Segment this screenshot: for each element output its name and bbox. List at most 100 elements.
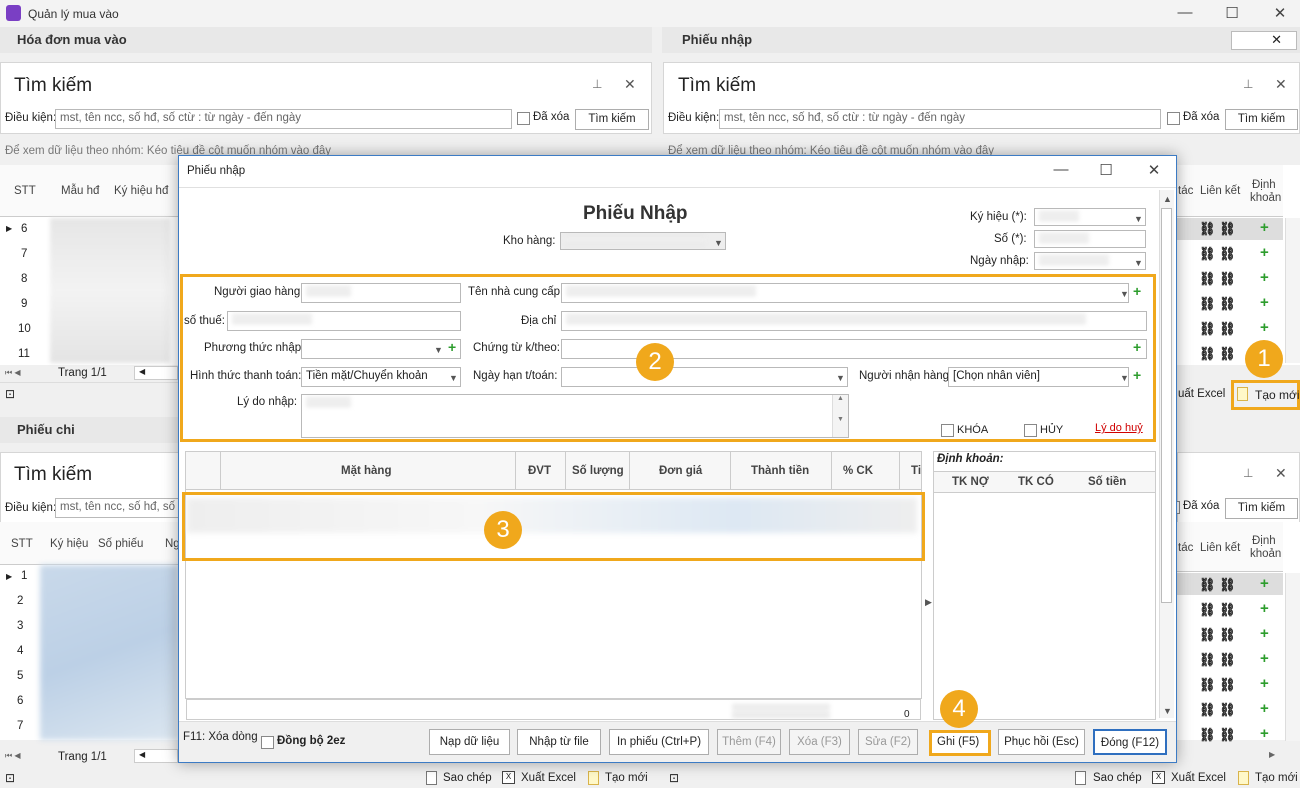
scroll-right-icon[interactable]: ▶ xyxy=(1269,750,1275,759)
row-number[interactable]: 6 xyxy=(21,223,27,235)
link-icon[interactable]: ⛓ ⛓ xyxy=(1199,271,1236,287)
scroll-left-icon[interactable]: ◀ xyxy=(134,749,178,763)
search-button[interactable]: Tìm kiếm xyxy=(575,109,649,130)
row-number[interactable]: 1 xyxy=(21,570,27,582)
add-account-icon[interactable]: + xyxy=(1260,700,1269,717)
new-button[interactable]: Tạo mới xyxy=(605,772,648,784)
col-quantity[interactable]: Số lượng xyxy=(572,465,624,477)
col-stt[interactable]: STT xyxy=(14,185,36,197)
link-icon[interactable]: ⛓ ⛓ xyxy=(1199,602,1236,618)
dropdown-icon[interactable]: ▼ xyxy=(434,345,443,355)
add-receiver-icon[interactable]: + xyxy=(1133,367,1141,383)
link-icon[interactable]: ⛓ ⛓ xyxy=(1199,321,1236,337)
link-icon[interactable]: ⛓ ⛓ xyxy=(1199,577,1236,593)
close-icon[interactable]: ✕ xyxy=(1275,76,1287,93)
col-account[interactable]: Định xyxy=(1252,535,1276,547)
col-symbol[interactable]: Ký hiệu hđ xyxy=(114,185,168,197)
row-number[interactable]: 8 xyxy=(21,273,27,285)
export-excel-button[interactable]: Xuất Excel xyxy=(521,772,576,784)
sync-checkbox[interactable] xyxy=(261,736,274,749)
supplier-select[interactable] xyxy=(561,283,1129,303)
col-debit[interactable]: TK NỢ xyxy=(952,476,989,488)
dropdown-icon[interactable]: ▼ xyxy=(1134,214,1143,224)
condition-input[interactable]: mst, tên ncc, số hđ, số ctừ : từ ngày - … xyxy=(719,109,1161,129)
row-number[interactable]: 10 xyxy=(18,323,31,335)
row-number[interactable]: 2 xyxy=(17,595,23,607)
dropdown-icon[interactable]: ▼ xyxy=(836,373,845,383)
col-action[interactable]: tác xyxy=(1178,185,1193,197)
deliverer-input[interactable] xyxy=(301,283,461,303)
payment-select[interactable]: Tiền mặt/Chuyển khoản xyxy=(301,367,461,387)
close-panel-icon[interactable]: ✕ xyxy=(1231,31,1297,50)
row-number[interactable]: 4 xyxy=(17,645,23,657)
minimize-icon[interactable]: — xyxy=(1051,161,1071,179)
cancel-reason-link[interactable]: Lý do huỷ xyxy=(1095,422,1143,434)
col-more[interactable]: Ti xyxy=(911,465,921,477)
edit-button[interactable]: Sửa (F2) xyxy=(858,729,918,755)
fit-icon[interactable]: ⊡ xyxy=(5,387,15,401)
add-account-icon[interactable]: + xyxy=(1260,650,1269,667)
add-button[interactable]: Thêm (F4) xyxy=(717,729,781,755)
link-icon[interactable]: ⛓ ⛓ xyxy=(1199,702,1236,718)
fit-icon[interactable]: ⊡ xyxy=(5,771,15,785)
col-discount[interactable]: % CK xyxy=(843,465,873,477)
add-method-icon[interactable]: + xyxy=(448,339,456,355)
row-number[interactable]: 5 xyxy=(17,670,23,682)
tax-input[interactable] xyxy=(227,311,461,331)
load-data-button[interactable]: Nạp dữ liệu xyxy=(429,729,510,755)
search-button[interactable]: Tìm kiếm xyxy=(1225,498,1298,519)
copy-button[interactable]: Sao chép xyxy=(1093,772,1142,784)
fit-icon[interactable]: ⊡ xyxy=(669,771,679,785)
maximize-icon[interactable]: ☐ xyxy=(1222,4,1242,22)
col-link[interactable]: Liên kết xyxy=(1200,185,1240,197)
new-button[interactable]: Tạo mới xyxy=(1255,388,1300,402)
add-voucher-icon[interactable]: + xyxy=(1133,339,1141,355)
col-stt[interactable]: STT xyxy=(11,538,33,550)
add-supplier-icon[interactable]: + xyxy=(1133,283,1141,299)
receiver-select[interactable]: [Chọn nhân viên] xyxy=(948,367,1129,387)
link-icon[interactable]: ⛓ ⛓ xyxy=(1199,627,1236,643)
col-credit[interactable]: TK CÓ xyxy=(1018,476,1054,488)
col-form[interactable]: Mẫu hđ xyxy=(61,185,99,197)
close-icon[interactable]: ✕ xyxy=(1270,4,1290,22)
print-button[interactable]: In phiếu (Ctrl+P) xyxy=(609,729,709,755)
pin-icon[interactable]: ⊥ xyxy=(592,77,602,91)
delete-button[interactable]: Xóa (F3) xyxy=(789,729,850,755)
deleted-checkbox[interactable] xyxy=(1167,112,1180,125)
address-input[interactable] xyxy=(561,311,1147,331)
add-account-icon[interactable]: + xyxy=(1260,219,1269,236)
close-icon[interactable]: ✕ xyxy=(624,76,636,93)
restore-button[interactable]: Phục hồi (Esc) xyxy=(998,729,1085,755)
cancel-checkbox[interactable] xyxy=(1024,424,1037,437)
col-account[interactable]: khoản xyxy=(1250,192,1281,204)
col-symbol[interactable]: Ký hiệu xyxy=(50,538,88,550)
due-date-input[interactable] xyxy=(561,367,848,387)
col-account[interactable]: khoản xyxy=(1250,548,1281,560)
pager-first-icon[interactable]: ⏮ ◀ xyxy=(5,751,21,761)
scroll-left-icon[interactable]: ◀ xyxy=(134,366,178,380)
vertical-scrollbar[interactable] xyxy=(1285,573,1300,741)
row-number[interactable]: 7 xyxy=(21,248,27,260)
vertical-scrollbar[interactable] xyxy=(1285,218,1300,363)
dropdown-icon[interactable]: ▼ xyxy=(1120,289,1129,299)
col-number[interactable]: Số phiếu xyxy=(98,538,143,550)
close-button[interactable]: Đóng (F12) xyxy=(1093,729,1167,755)
row-number[interactable]: 11 xyxy=(18,348,30,360)
link-icon[interactable]: ⛓ ⛓ xyxy=(1199,677,1236,693)
splitter-arrow-icon[interactable]: ▶ xyxy=(925,597,932,608)
link-icon[interactable]: ⛓ ⛓ xyxy=(1199,221,1236,237)
row-number[interactable]: 7 xyxy=(17,720,23,732)
add-account-icon[interactable]: + xyxy=(1260,725,1269,742)
col-price[interactable]: Đơn giá xyxy=(659,465,702,477)
add-account-icon[interactable]: + xyxy=(1260,575,1269,592)
link-icon[interactable]: ⛓ ⛓ xyxy=(1199,246,1236,262)
close-icon[interactable]: ✕ xyxy=(1275,465,1287,482)
copy-button[interactable]: Sao chép xyxy=(443,772,492,784)
condition-input[interactable]: mst, tên ncc, số hđ, số ctừ : từ ngày - … xyxy=(55,109,512,129)
add-account-icon[interactable]: + xyxy=(1260,600,1269,617)
dropdown-icon[interactable]: ▼ xyxy=(449,373,458,383)
link-icon[interactable]: ⛓ ⛓ xyxy=(1199,296,1236,312)
add-account-icon[interactable]: + xyxy=(1260,625,1269,642)
warehouse-select[interactable] xyxy=(560,232,726,250)
add-account-icon[interactable]: + xyxy=(1260,244,1269,261)
